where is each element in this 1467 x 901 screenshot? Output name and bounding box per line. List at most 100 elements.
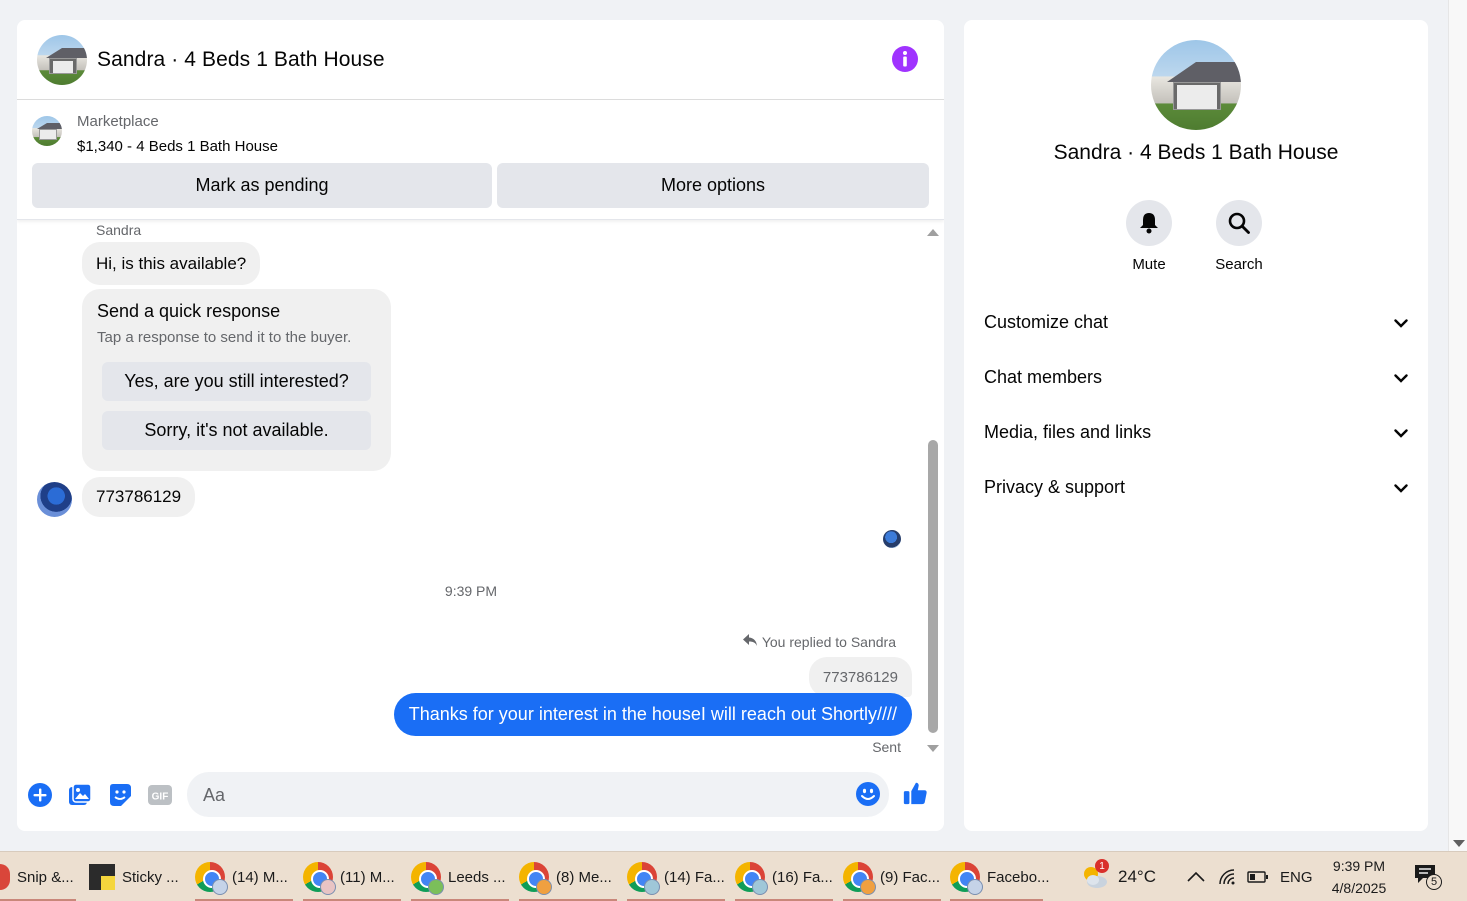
page-scrollbar[interactable] bbox=[1448, 0, 1467, 851]
reply-label: You replied to Sandra bbox=[761, 633, 896, 650]
language-indicator[interactable]: ENG bbox=[1280, 852, 1313, 901]
clock-time: 9:39 PM bbox=[1332, 858, 1386, 874]
clock-date: 4/8/2025 bbox=[1331, 880, 1387, 896]
weather-widget[interactable]: 1 24°C bbox=[1080, 852, 1156, 901]
bell-icon[interactable] bbox=[1126, 200, 1172, 246]
chrome-icon bbox=[303, 862, 336, 895]
taskbar-app[interactable]: (11) M... bbox=[303, 852, 401, 901]
reply-arrow-icon bbox=[742, 633, 758, 650]
battery-icon[interactable] bbox=[1247, 852, 1269, 901]
plus-icon[interactable] bbox=[27, 782, 53, 808]
scroll-down-arrow[interactable] bbox=[1453, 840, 1465, 847]
search-action[interactable]: Search bbox=[1194, 200, 1284, 273]
listing-category: Marketplace bbox=[77, 113, 159, 130]
quick-response-subtitle: Tap a response to send it to the buyer. bbox=[97, 329, 352, 346]
wifi-icon[interactable] bbox=[1218, 852, 1238, 901]
photo-icon[interactable] bbox=[67, 782, 93, 808]
message-timestamp: 9:39 PM bbox=[444, 583, 498, 599]
section-label: Chat members bbox=[984, 366, 1103, 387]
taskbar-app-label: (14) Fa... bbox=[664, 868, 725, 886]
message-scrollbar[interactable] bbox=[926, 227, 940, 752]
mute-label: Mute bbox=[1132, 256, 1166, 273]
chrome-icon bbox=[519, 862, 552, 895]
scrollbar-thumb[interactable] bbox=[928, 440, 938, 733]
gif-icon[interactable]: GIF bbox=[147, 782, 173, 808]
mute-action[interactable]: Mute bbox=[1104, 200, 1194, 273]
section-label: Media, files and links bbox=[984, 421, 1152, 442]
chevron-down-icon bbox=[1394, 422, 1408, 443]
more-options-button[interactable]: More options bbox=[497, 163, 929, 208]
privacy-support-section[interactable]: Privacy & support bbox=[984, 472, 1408, 502]
quick-response-card: Send a quick response Tap a response to … bbox=[82, 289, 391, 471]
chat-members-section[interactable]: Chat members bbox=[984, 362, 1408, 392]
taskbar-app[interactable]: (8) Me... bbox=[519, 852, 617, 901]
taskbar-app-label: Snip &... bbox=[17, 868, 74, 886]
listing-avatar[interactable] bbox=[37, 34, 87, 85]
notification-icon[interactable]: 5 bbox=[1414, 852, 1442, 901]
taskbar-app[interactable]: (16) Fa... bbox=[735, 852, 833, 901]
taskbar-app-label: (11) M... bbox=[340, 868, 395, 886]
chrome-icon bbox=[195, 862, 228, 895]
taskbar-app[interactable]: (9) Fac... bbox=[843, 852, 941, 901]
message-input-placeholder: Aa bbox=[203, 785, 226, 805]
search-icon[interactable] bbox=[1216, 200, 1262, 246]
weather-badge: 1 bbox=[1095, 859, 1109, 873]
profile-name[interactable]: Sandra · 4 Beds 1 Bath House bbox=[964, 141, 1428, 165]
quick-response-option[interactable]: Sorry, it's not available. bbox=[102, 411, 371, 450]
reply-indicator: You replied to Sandra bbox=[742, 633, 896, 650]
info-icon[interactable] bbox=[892, 46, 918, 72]
chevron-up-icon[interactable] bbox=[1186, 852, 1206, 901]
sticky-notes-icon bbox=[89, 864, 115, 890]
taskbar-app-label: Sticky ... bbox=[122, 868, 179, 886]
taskbar-app-label: Leeds ... bbox=[448, 868, 506, 886]
taskbar-app-label: (8) Me... bbox=[556, 868, 612, 886]
emoji-icon[interactable] bbox=[855, 781, 881, 812]
chevron-down-icon bbox=[1394, 477, 1408, 498]
windows-taskbar: Snip &... Sticky ... (14) M... (11) M...… bbox=[0, 851, 1467, 901]
chat-header: Sandra · 4 Beds 1 Bath House bbox=[17, 20, 944, 100]
chat-title[interactable]: Sandra · 4 Beds 1 Bath House bbox=[97, 48, 385, 72]
taskbar-app[interactable]: Facebo... bbox=[950, 852, 1050, 901]
chrome-icon bbox=[735, 862, 768, 895]
incoming-message[interactable]: Hi, is this available? bbox=[82, 242, 261, 285]
mark-pending-button[interactable]: Mark as pending bbox=[32, 163, 492, 208]
media-files-links-section[interactable]: Media, files and links bbox=[984, 417, 1408, 447]
scroll-down-arrow[interactable] bbox=[927, 745, 939, 752]
chat-panel: Sandra · 4 Beds 1 Bath House Marketplace… bbox=[17, 20, 944, 831]
sticker-icon[interactable] bbox=[107, 782, 133, 808]
notification-count: 5 bbox=[1426, 874, 1442, 890]
taskbar-app-label: Facebo... bbox=[987, 868, 1050, 886]
read-receipt-avatar bbox=[883, 530, 901, 548]
chrome-icon bbox=[843, 862, 876, 895]
taskbar-app[interactable]: Snip &... bbox=[0, 852, 76, 901]
conversation-info-panel: Sandra · 4 Beds 1 Bath House Mute Search… bbox=[964, 20, 1428, 831]
profile-avatar[interactable] bbox=[1151, 40, 1241, 130]
chrome-icon bbox=[627, 862, 660, 895]
taskbar-app-label: (14) M... bbox=[232, 868, 288, 886]
composer: GIF Aa bbox=[17, 770, 944, 820]
weather-icon: 1 bbox=[1080, 859, 1110, 892]
outgoing-message[interactable]: Thanks for your interest in the houseI w… bbox=[393, 693, 912, 736]
section-label: Privacy & support bbox=[984, 476, 1126, 497]
taskbar-app[interactable]: Sticky ... bbox=[89, 852, 184, 901]
like-icon[interactable] bbox=[902, 780, 928, 806]
message-status: Sent bbox=[872, 739, 901, 755]
quoted-message[interactable]: 773786129 bbox=[808, 657, 912, 697]
quick-response-option[interactable]: Yes, are you still interested? bbox=[102, 362, 371, 401]
taskbar-app-label: (16) Fa... bbox=[772, 868, 833, 886]
chevron-down-icon bbox=[1394, 367, 1408, 388]
customize-chat-section[interactable]: Customize chat bbox=[984, 307, 1408, 337]
taskbar-app[interactable]: (14) M... bbox=[195, 852, 293, 901]
search-label: Search bbox=[1215, 256, 1263, 273]
gif-label: GIF bbox=[152, 792, 169, 803]
quick-response-title: Send a quick response bbox=[97, 301, 281, 321]
sender-avatar[interactable] bbox=[37, 482, 72, 517]
clock[interactable]: 9:39 PM 4/8/2025 bbox=[1326, 852, 1392, 901]
message-input[interactable]: Aa bbox=[187, 772, 889, 817]
scroll-up-arrow[interactable] bbox=[927, 229, 939, 236]
listing-thumbnail[interactable] bbox=[32, 116, 62, 146]
incoming-message[interactable]: 773786129 bbox=[82, 477, 196, 517]
taskbar-app[interactable]: (14) Fa... bbox=[627, 852, 725, 901]
listing-title[interactable]: $1,340 - 4 Beds 1 Bath House bbox=[77, 138, 278, 155]
taskbar-app[interactable]: Leeds ... bbox=[411, 852, 509, 901]
